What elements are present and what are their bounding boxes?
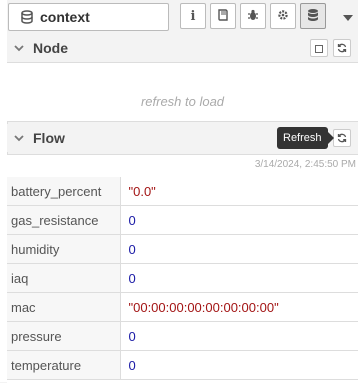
node-section-title: Node (33, 40, 68, 56)
property-value[interactable]: 0 (120, 234, 358, 264)
info-tab-button[interactable]: i (180, 3, 206, 29)
chevron-down-icon (13, 44, 25, 52)
sidebar-toolbar: context i (7, 0, 358, 37)
settings-tab-button[interactable] (270, 3, 296, 29)
node-context-panel: refresh to load (7, 62, 358, 122)
property-value[interactable]: 0 (120, 205, 358, 235)
property-key: mac (7, 292, 121, 322)
context-tab[interactable]: context (8, 3, 169, 31)
refresh-icon (337, 130, 347, 146)
property-key: battery_percent (7, 177, 121, 206)
bug-icon (247, 8, 259, 24)
refresh-icon (337, 40, 347, 56)
table-row[interactable]: gas_resistance 0 (7, 205, 358, 235)
database-icon (307, 8, 319, 25)
flow-properties-table: battery_percent "0.0" gas_resistance 0 humid… (7, 177, 358, 380)
table-row[interactable]: pressure 0 (7, 321, 358, 351)
node-select-button[interactable] (310, 39, 328, 57)
table-row[interactable]: temperature 0 (7, 350, 358, 380)
square-icon (315, 40, 323, 56)
database-icon (20, 9, 34, 25)
refresh-hint: refresh to load (140, 94, 225, 109)
property-key: temperature (7, 350, 121, 380)
context-data-tab-button[interactable] (300, 3, 326, 29)
property-value[interactable]: "0.0" (120, 177, 358, 206)
table-row[interactable]: mac "00:00:00:00:00:00:00:00" (7, 292, 358, 322)
property-value[interactable]: 0 (120, 321, 358, 351)
property-value[interactable]: 0 (120, 350, 358, 380)
property-value[interactable]: "00:00:00:00:00:00:00:00" (120, 292, 358, 322)
help-tab-button[interactable] (210, 3, 236, 29)
table-row[interactable]: battery_percent "0.0" (7, 177, 358, 206)
gear-icon (277, 8, 289, 24)
chevron-down-icon (13, 134, 25, 142)
node-refresh-button[interactable] (333, 39, 351, 57)
last-refresh-timestamp: 3/14/2024, 2:45:50 PM (254, 159, 356, 170)
sidebar-menu-dropdown[interactable] (340, 8, 356, 24)
flow-context-panel: 3/14/2024, 2:45:50 PM battery_percent "0.… (7, 154, 358, 383)
flow-refresh-button[interactable] (333, 129, 351, 147)
book-icon (217, 8, 229, 24)
caret-down-icon (343, 8, 353, 24)
table-row[interactable]: iaq 0 (7, 263, 358, 293)
property-key: iaq (7, 263, 121, 293)
table-row[interactable]: humidity 0 (7, 234, 358, 264)
property-value[interactable]: 0 (120, 263, 358, 293)
refresh-tooltip: Refresh (277, 127, 334, 149)
context-tab-label: context (40, 9, 90, 25)
property-key: humidity (7, 234, 121, 264)
property-key: gas_resistance (7, 205, 121, 235)
debug-tab-button[interactable] (240, 3, 266, 29)
context-sidebar: context i Node refresh to load Flow Refr… (0, 0, 358, 383)
node-section-header[interactable]: Node (7, 34, 358, 62)
property-key: pressure (7, 321, 121, 351)
flow-section-title: Flow (33, 130, 65, 146)
info-icon: i (190, 8, 196, 24)
